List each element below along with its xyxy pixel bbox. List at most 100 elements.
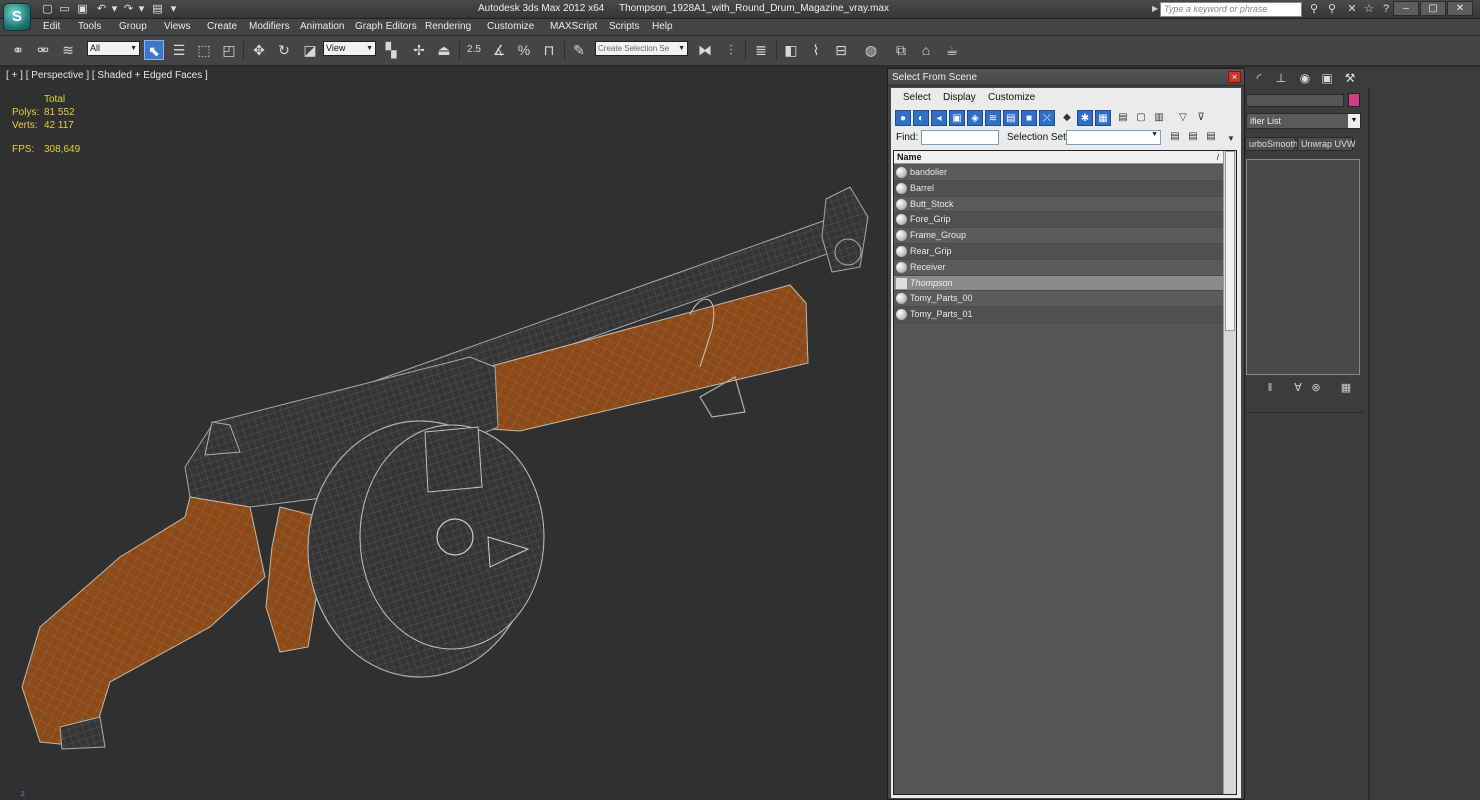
- dialog-menu-customize[interactable]: Customize: [988, 92, 1035, 103]
- binoculars-icon[interactable]: ⚲: [1307, 2, 1321, 16]
- select-by-name-icon[interactable]: ☰: [169, 40, 189, 60]
- new-file-icon[interactable]: ▢: [40, 2, 55, 16]
- menu-maxscript[interactable]: MAXScript: [550, 21, 597, 32]
- display-helpers-icon[interactable]: ◈: [967, 110, 983, 126]
- menu-graph-editors[interactable]: Graph Editors: [355, 21, 417, 32]
- graphite-modeling-icon[interactable]: ◧: [781, 40, 801, 60]
- select-from-scene-dialog[interactable]: Select From Scene × Select Display Custo…: [887, 68, 1245, 800]
- display-geometry-icon[interactable]: ●: [895, 110, 911, 126]
- column-header-name[interactable]: Name /: [894, 151, 1225, 164]
- angle-snap-icon[interactable]: ∡: [489, 40, 509, 60]
- rendered-frame-window-icon[interactable]: ⌂: [916, 40, 936, 60]
- display-none-icon[interactable]: ▢: [1133, 110, 1149, 126]
- pin-stack-icon[interactable]: ‖: [1263, 381, 1277, 395]
- motion-tab-icon[interactable]: ◉: [1296, 69, 1314, 87]
- display-shapes-icon[interactable]: ◐: [913, 110, 929, 126]
- layer-manager-icon[interactable]: ≣: [751, 40, 771, 60]
- list-item[interactable]: Tomy_Parts_00: [894, 291, 1225, 308]
- list-item[interactable]: Receiver: [894, 259, 1225, 276]
- redo-dropdown-icon[interactable]: ▾: [134, 2, 149, 16]
- find-input[interactable]: [921, 130, 999, 145]
- 3dsmax-logo-icon[interactable]: S: [3, 3, 31, 31]
- dialog-title[interactable]: Select From Scene: [888, 69, 1244, 86]
- list-scrollbar[interactable]: [1223, 151, 1236, 794]
- dialog-menu-select[interactable]: Select: [903, 92, 931, 103]
- select-and-rotate-icon[interactable]: ↻: [274, 40, 294, 60]
- add-to-selection-set-icon[interactable]: ▤: [1185, 129, 1201, 145]
- help-icon[interactable]: ?: [1379, 2, 1393, 16]
- viewport-label[interactable]: [ + ] [ Perspective ] [ Shaded + Edged F…: [6, 70, 208, 81]
- schematic-view-icon[interactable]: ⊟: [831, 40, 851, 60]
- modifier-list-dropdown[interactable]: ifier List ▼: [1246, 113, 1361, 129]
- search-expand-icon[interactable]: ▶: [1152, 4, 1158, 13]
- display-groups-icon[interactable]: ▤: [1003, 110, 1019, 126]
- display-all-icon[interactable]: ▤: [1115, 110, 1131, 126]
- menu-modifiers[interactable]: Modifiers: [249, 21, 290, 32]
- snaps-toggle-icon[interactable]: 2.5: [464, 40, 484, 60]
- list-item[interactable]: Tomy_Parts_01: [894, 307, 1225, 323]
- list-item[interactable]: Rear_Grip: [894, 243, 1225, 260]
- menu-animation[interactable]: Animation: [300, 21, 344, 32]
- display-frozen-icon[interactable]: ✱: [1077, 110, 1093, 126]
- bind-space-warp-icon[interactable]: ≋: [58, 40, 78, 60]
- curve-editor-icon[interactable]: ⌇: [806, 40, 826, 60]
- edit-named-selection-icon[interactable]: ✎: [569, 40, 589, 60]
- dialog-close-button[interactable]: ×: [1228, 71, 1241, 83]
- select-object-icon[interactable]: ⬉: [144, 40, 164, 60]
- list-item[interactable]: bandolier: [894, 165, 1225, 181]
- menu-views[interactable]: Views: [164, 21, 191, 32]
- menu-scripts[interactable]: Scripts: [609, 21, 640, 32]
- display-tab-icon[interactable]: ▣: [1318, 69, 1336, 87]
- remove-from-selection-set-icon[interactable]: ▤: [1203, 129, 1219, 145]
- align-icon[interactable]: ⫶: [721, 40, 741, 60]
- object-name-field[interactable]: [1246, 94, 1344, 107]
- minimize-icon[interactable]: –: [1393, 1, 1419, 16]
- utilities-tab-icon[interactable]: ⚒: [1341, 69, 1359, 87]
- modifier-stack[interactable]: [1246, 159, 1360, 375]
- selection-set-dropdown[interactable]: ▼: [1066, 130, 1161, 145]
- list-item[interactable]: Fore_Grip: [894, 212, 1225, 229]
- favorites-star-icon[interactable]: ☆: [1362, 2, 1376, 16]
- display-lights-icon[interactable]: ◂: [931, 110, 947, 126]
- filter-icon[interactable]: ▽: [1175, 110, 1191, 126]
- reference-coordinate-dropdown[interactable]: View ▼: [323, 41, 376, 56]
- menu-customize[interactable]: Customize: [487, 21, 534, 32]
- select-and-manipulate-icon[interactable]: ✢: [409, 40, 429, 60]
- modify-tab-icon[interactable]: ◜: [1250, 69, 1268, 87]
- find-options-expand-icon[interactable]: ▼: [1223, 131, 1239, 147]
- menu-group[interactable]: Group: [119, 21, 147, 32]
- list-item[interactable]: Barrel: [894, 180, 1225, 197]
- project-folder-icon[interactable]: ▤: [150, 2, 165, 16]
- list-item[interactable]: Frame_Group: [894, 228, 1225, 244]
- hierarchy-tab-icon[interactable]: ⊥: [1272, 69, 1290, 87]
- object-color-swatch[interactable]: [1348, 93, 1360, 107]
- save-file-icon[interactable]: ▣: [75, 2, 90, 16]
- select-and-link-icon[interactable]: ⚭: [8, 40, 28, 60]
- select-and-scale-icon[interactable]: ◪: [300, 40, 320, 60]
- display-containers-icon[interactable]: ◆: [1059, 110, 1075, 126]
- undo-dropdown-icon[interactable]: ▾: [107, 2, 122, 16]
- open-file-icon[interactable]: ▭: [57, 2, 72, 16]
- rectangular-selection-icon[interactable]: ⬚: [194, 40, 214, 60]
- render-setup-icon[interactable]: ⧉: [891, 40, 911, 60]
- object-list[interactable]: Name / bandolier Barrel Butt_Stock Fore_…: [893, 150, 1237, 795]
- display-cameras-icon[interactable]: ▣: [949, 110, 965, 126]
- spinner-snap-icon[interactable]: ⊓: [539, 40, 559, 60]
- display-hidden-icon[interactable]: ▦: [1095, 110, 1111, 126]
- list-item-selected[interactable]: Thompson: [894, 275, 1225, 292]
- percent-snap-icon[interactable]: %: [514, 40, 534, 60]
- pivot-center-icon[interactable]: ▚: [381, 40, 401, 60]
- select-and-move-icon[interactable]: ✥: [249, 40, 269, 60]
- display-invert-icon[interactable]: ▥: [1151, 110, 1167, 126]
- unlink-icon[interactable]: ⚮: [33, 40, 53, 60]
- window-crossing-icon[interactable]: ◰: [219, 40, 239, 60]
- mirror-icon[interactable]: ⧓: [695, 40, 715, 60]
- menu-help[interactable]: Help: [652, 21, 673, 32]
- thompson-model[interactable]: [0, 67, 887, 800]
- menu-edit[interactable]: Edit: [43, 21, 60, 32]
- window-close-icon[interactable]: ✕: [1447, 1, 1473, 16]
- keyboard-shortcut-override-icon[interactable]: ⏏: [434, 40, 454, 60]
- display-bones-icon[interactable]: ⤫: [1039, 110, 1055, 126]
- list-item[interactable]: Butt_Stock: [894, 196, 1225, 213]
- tools-icon[interactable]: ✕: [1345, 2, 1359, 16]
